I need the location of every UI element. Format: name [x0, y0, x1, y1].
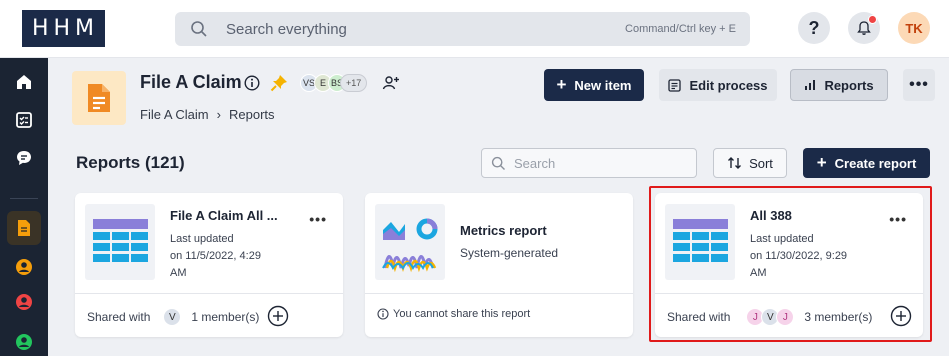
create-report-button[interactable]: + Create report: [803, 148, 930, 178]
document-nav-button[interactable]: [7, 211, 41, 245]
home-nav-button[interactable]: [7, 65, 41, 99]
app-logo[interactable]: HHM: [22, 10, 105, 47]
add-member-button[interactable]: [267, 305, 289, 332]
info-icon[interactable]: [244, 75, 260, 96]
global-search-input[interactable]: Search everything Command/Ctrl key + E: [175, 12, 750, 46]
chat-nav-button[interactable]: [7, 141, 41, 175]
notifications-button[interactable]: [848, 12, 880, 44]
report-name[interactable]: Metrics report: [460, 223, 547, 238]
more-members-badge[interactable]: +17: [340, 74, 368, 92]
chevron-right-icon: ›: [216, 107, 221, 122]
plus-icon: +: [556, 75, 567, 94]
add-member-icon[interactable]: [382, 74, 400, 97]
edit-process-button[interactable]: Edit process: [659, 69, 777, 101]
search-placeholder: Search everything: [226, 21, 347, 38]
sort-icon: [728, 157, 742, 169]
page-title: File A Claim: [140, 72, 242, 92]
report-card[interactable]: Metrics report System-generated You cann…: [365, 193, 633, 337]
app-nav-button-2[interactable]: [7, 285, 41, 319]
user-avatar[interactable]: TK: [898, 12, 930, 44]
app-nav-button-1[interactable]: [7, 250, 41, 284]
bar-chart-icon: [805, 80, 816, 90]
shared-with-label: Shared with: [87, 310, 151, 324]
member-count: 1 member(s): [191, 310, 260, 324]
search-icon: [190, 20, 208, 43]
reports-search-input[interactable]: Search: [481, 148, 697, 178]
meta-line: on 11/5/2022, 4:29: [170, 250, 261, 262]
new-item-label: New item: [574, 77, 632, 93]
document-icon: [88, 84, 110, 112]
chat-icon: [17, 151, 31, 165]
search-icon: [491, 156, 506, 176]
home-icon: [17, 75, 31, 89]
meta-line: AM: [170, 267, 187, 279]
share-restriction-row: You cannot share this report: [377, 308, 530, 320]
form-icon: [668, 78, 682, 92]
breadcrumb-link[interactable]: File A Claim: [140, 107, 209, 122]
breadcrumb: File A Claim › Reports: [140, 107, 275, 122]
rail-divider: [10, 198, 38, 199]
charts-icon: [382, 218, 438, 273]
create-report-label: Create report: [834, 155, 917, 171]
app-nav-button-3[interactable]: [7, 325, 41, 356]
metrics-report-thumbnail: [375, 204, 445, 280]
breadcrumb-current: Reports: [228, 107, 275, 122]
member-avatar[interactable]: V: [163, 308, 182, 326]
info-icon: [377, 308, 389, 320]
top-bar: HHM Search everything Command/Ctrl key +…: [0, 0, 949, 58]
shared-with-row: Shared with V 1 member(s): [87, 308, 259, 326]
help-button[interactable]: ?: [798, 12, 830, 44]
selection-highlight: [649, 186, 932, 342]
reports-label: Reports: [824, 77, 874, 93]
reports-heading: Reports (121): [76, 153, 185, 172]
table-icon: [93, 219, 148, 262]
meta-line: Last updated: [170, 233, 234, 245]
share-restriction-note: You cannot share this report: [393, 308, 531, 320]
sort-button[interactable]: Sort: [713, 148, 787, 178]
new-item-button[interactable]: + New item: [544, 69, 644, 101]
user-circle-icon: [16, 294, 32, 310]
notification-dot: [868, 15, 877, 24]
meta-line: System-generated: [460, 246, 559, 260]
card-divider: [365, 293, 633, 294]
plus-circle-icon: [267, 305, 289, 327]
report-meta: Last updated on 11/5/2022, 4:29 AM: [170, 231, 290, 282]
reports-button[interactable]: Reports: [790, 69, 888, 101]
report-meta: System-generated: [460, 245, 580, 262]
user-circle-icon: [16, 259, 32, 275]
help-icon: ?: [808, 17, 820, 38]
pin-icon[interactable]: [270, 74, 288, 97]
left-nav-rail: [0, 58, 48, 356]
tasks-nav-button[interactable]: [7, 103, 41, 137]
user-circle-icon: [16, 334, 32, 350]
more-actions-button[interactable]: •••: [903, 69, 935, 101]
report-card[interactable]: File A Claim All ... Last updated on 11/…: [75, 193, 343, 337]
report-name[interactable]: File A Claim All ...: [170, 208, 278, 223]
document-icon: [18, 220, 30, 236]
table-report-thumbnail: [85, 204, 155, 280]
edit-process-label: Edit process: [689, 77, 768, 93]
tasks-icon: [16, 112, 32, 128]
card-divider: [75, 293, 343, 294]
sort-label: Sort: [749, 155, 773, 171]
search-shortcut-hint: Command/Ctrl key + E: [625, 23, 736, 35]
plus-icon: +: [816, 153, 827, 172]
reports-search-placeholder: Search: [514, 156, 556, 171]
process-icon-tile: [72, 71, 126, 125]
report-menu-button[interactable]: •••: [309, 211, 327, 227]
